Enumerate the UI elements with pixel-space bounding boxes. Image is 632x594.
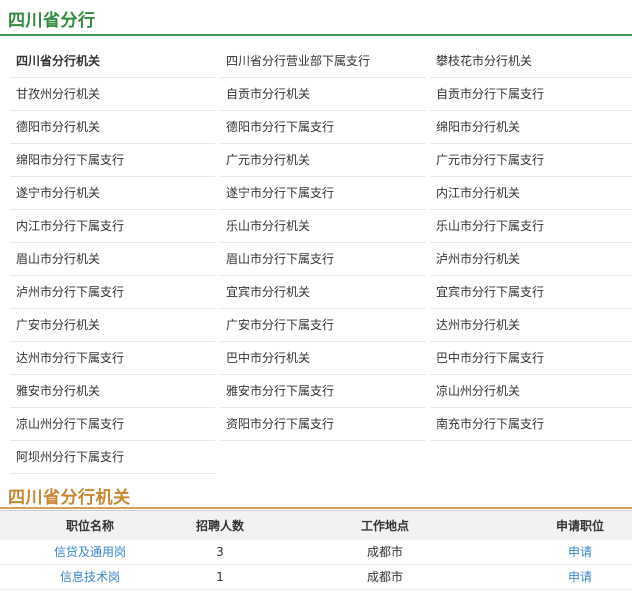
- branch-link[interactable]: 泸州市分行机关: [430, 243, 632, 276]
- table-row: 信贷及通用岗 3 成都市 申请: [0, 540, 632, 565]
- branch-link[interactable]: 四川省分行机关: [10, 45, 215, 78]
- branch-link[interactable]: 自贡市分行下属支行: [430, 78, 632, 111]
- branch-link[interactable]: 甘孜州分行机关: [10, 78, 215, 111]
- headcount: 3: [216, 545, 224, 559]
- branch-link[interactable]: 德阳市分行机关: [10, 111, 215, 144]
- branch-link[interactable]: 遂宁市分行下属支行: [220, 177, 425, 210]
- branch-link[interactable]: 宜宾市分行机关: [220, 276, 425, 309]
- branch-link[interactable]: 巴中市分行机关: [220, 342, 425, 375]
- position-link[interactable]: 信贷及通用岗: [20, 540, 160, 565]
- branch-link[interactable]: 资阳市分行下属支行: [220, 408, 425, 441]
- branch-link[interactable]: 雅安市分行机关: [10, 375, 215, 408]
- branch-link[interactable]: 广元市分行下属支行: [430, 144, 632, 177]
- location: 成都市: [366, 545, 403, 559]
- branch-link[interactable]: 雅安市分行下属支行: [220, 375, 425, 408]
- branch-link[interactable]: 乐山市分行下属支行: [430, 210, 632, 243]
- table-header: 职位名称 招聘人数 工作地点 申请职位: [0, 510, 632, 540]
- branch-link[interactable]: 遂宁市分行机关: [10, 177, 215, 210]
- branch-link[interactable]: 自贡市分行机关: [220, 78, 425, 111]
- branch-link[interactable]: 南充市分行下属支行: [430, 408, 632, 441]
- branch-link[interactable]: 泸州市分行下属支行: [10, 276, 215, 309]
- branch-link[interactable]: 绵阳市分行下属支行: [10, 144, 215, 177]
- branch-link[interactable]: 凉山州分行机关: [430, 375, 632, 408]
- position-link[interactable]: 信息技术岗: [20, 565, 160, 590]
- branch-link[interactable]: 攀枝花市分行机关: [430, 45, 632, 78]
- section-header-sichuan-branch: 四川省分行: [0, 0, 632, 36]
- location: 成都市: [366, 570, 403, 584]
- branch-link[interactable]: 阿坝州分行下属支行: [10, 441, 215, 474]
- branch-link[interactable]: 眉山市分行机关: [10, 243, 215, 276]
- section-title: 四川省分行机关: [8, 488, 131, 508]
- branch-link[interactable]: 绵阳市分行机关: [430, 111, 632, 144]
- branch-link[interactable]: 广安市分行机关: [10, 309, 215, 342]
- branch-link[interactable]: 德阳市分行下属支行: [220, 111, 425, 144]
- branch-link[interactable]: 四川省分行营业部下属支行: [220, 45, 425, 78]
- branch-link[interactable]: 达州市分行机关: [430, 309, 632, 342]
- branch-link[interactable]: 眉山市分行下属支行: [220, 243, 425, 276]
- headcount: 1: [216, 570, 224, 584]
- section-header-branch-office: 四川省分行机关: [0, 480, 632, 509]
- apply-link[interactable]: 申请: [500, 565, 632, 590]
- branch-link[interactable]: 内江市分行下属支行: [10, 210, 215, 243]
- table-row: 信息技术岗 1 成都市 申请: [0, 565, 632, 590]
- column-header-headcount: 招聘人数: [195, 519, 244, 533]
- branch-link[interactable]: 凉山州分行下属支行: [10, 408, 215, 441]
- branch-link[interactable]: 广元市分行机关: [220, 144, 425, 177]
- branch-link[interactable]: 巴中市分行下属支行: [430, 342, 632, 375]
- branch-link[interactable]: 乐山市分行机关: [220, 210, 425, 243]
- branch-link[interactable]: 达州市分行下属支行: [10, 342, 215, 375]
- section-title: 四川省分行: [8, 11, 96, 31]
- apply-link[interactable]: 申请: [500, 540, 632, 565]
- branch-link[interactable]: 内江市分行机关: [430, 177, 632, 210]
- column-header-position: 职位名称: [65, 519, 114, 533]
- branch-link[interactable]: 宜宾市分行下属支行: [430, 276, 632, 309]
- branch-link[interactable]: 广安市分行下属支行: [220, 309, 425, 342]
- column-header-apply: 申请职位: [555, 519, 604, 533]
- column-header-location: 工作地点: [360, 519, 409, 533]
